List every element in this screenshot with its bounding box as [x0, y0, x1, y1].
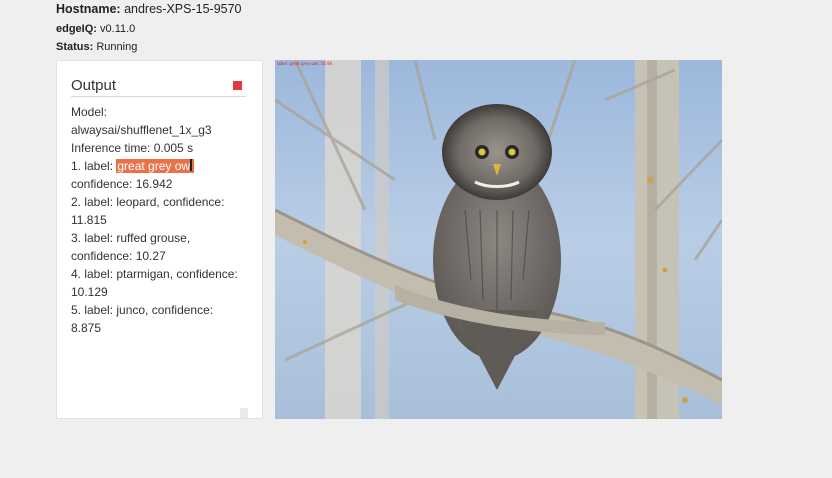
inference-time: Inference time: 0.005 s [71, 141, 194, 155]
scrollbar[interactable] [240, 408, 248, 418]
stop-button[interactable] [233, 81, 242, 90]
text-cursor-icon [189, 159, 192, 171]
result-1-prefix: 1. label: [71, 159, 117, 173]
status-label: Status: [56, 41, 94, 53]
camera-frame-image: label: great grey owl, 16.94 [275, 60, 722, 419]
owl-photo [275, 60, 722, 419]
result-4-a: 4. label: ptarmigan, confidence: [71, 267, 238, 281]
result-1: 1. label: great grey owl [71, 157, 251, 175]
result-4-b: 10.129 [71, 285, 108, 299]
status-line: Status: Running [56, 41, 137, 53]
result-3-b: confidence: 10.27 [71, 249, 166, 263]
edgeiq-label: edgeIQ: [56, 23, 97, 35]
model-value: alwaysai/shufflenet_1x_g3 [71, 123, 212, 137]
model-label: Model: [71, 105, 108, 119]
result-5-b: 8.875 [71, 321, 102, 335]
hostname-line: Hostname: andres-XPS-15-9570 [56, 2, 242, 16]
result-1-confidence: confidence: 16.942 [71, 177, 173, 191]
output-text: Model: alwaysai/shufflenet_1x_g3 Inferen… [71, 103, 251, 337]
result-5-a: 5. label: junco, confidence: [71, 303, 214, 317]
result-1-label-selected[interactable]: great grey owl [116, 159, 194, 173]
output-title: Output [71, 77, 246, 97]
output-panel: Output Model: alwaysai/shufflenet_1x_g3 … [56, 60, 263, 419]
hostname-label: Hostname: [56, 2, 121, 16]
detection-overlay-label: label: great grey owl, 16.94 [277, 61, 333, 66]
result-2-a: 2. label: leopard, confidence: [71, 195, 225, 209]
hostname-value: andres-XPS-15-9570 [124, 2, 242, 16]
edgeiq-version-line: edgeIQ: v0.11.0 [56, 23, 135, 35]
result-2-b: 11.815 [71, 213, 107, 227]
result-3-a: 3. label: ruffed grouse, [71, 231, 191, 245]
status-value: Running [96, 41, 138, 53]
edgeiq-value: v0.11.0 [100, 23, 136, 35]
